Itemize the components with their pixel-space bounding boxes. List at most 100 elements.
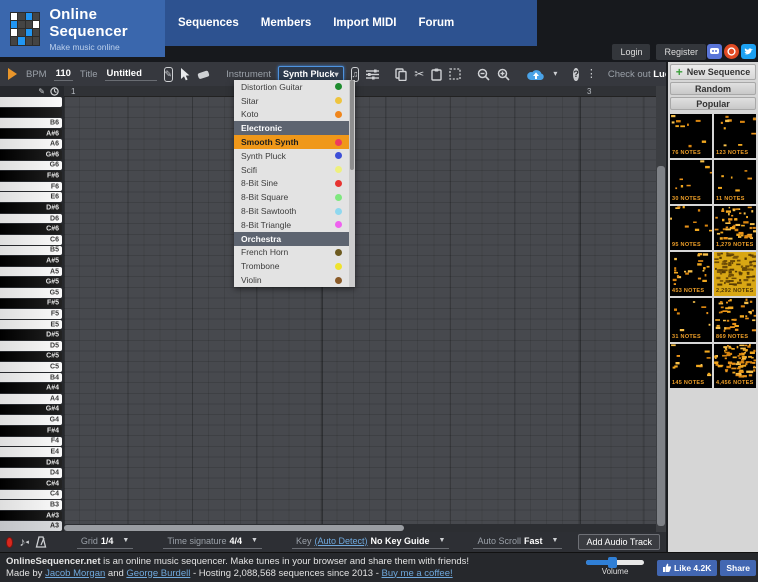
sequence-thumbnail[interactable]: 453 NOTES xyxy=(670,252,712,296)
piano-key-fs5[interactable]: F#5 xyxy=(0,299,62,309)
select-marquee-icon[interactable] xyxy=(449,68,461,80)
piano-key-as4[interactable]: A#4 xyxy=(0,383,62,393)
horizontal-scrollbar[interactable] xyxy=(64,524,656,532)
piano-key-f4[interactable]: F4 xyxy=(0,437,62,447)
instrument-option-8-bit-square[interactable]: 8-Bit Square xyxy=(234,190,349,204)
mixer-sliders-icon[interactable] xyxy=(366,69,379,80)
sequence-thumbnail[interactable]: 145 NOTES xyxy=(670,344,712,388)
piano-key-ds4[interactable]: D#4 xyxy=(0,458,62,468)
instrument-option-sitar[interactable]: Sitar xyxy=(234,94,349,108)
record-button[interactable] xyxy=(6,537,13,548)
piano-key-b6[interactable]: B6 xyxy=(0,118,62,128)
auto-detect-link[interactable]: (Auto Detect) xyxy=(314,536,367,546)
piano-key-g4[interactable]: G4 xyxy=(0,415,62,425)
note-entry-icon[interactable]: ♪◂ xyxy=(19,536,29,548)
sequence-thumbnail[interactable]: 30 NOTES xyxy=(670,160,712,204)
sequence-thumbnail[interactable]: 11 NOTES xyxy=(714,160,756,204)
sequence-thumbnail[interactable]: 95 NOTES xyxy=(670,206,712,250)
piano-key-b3[interactable]: B3 xyxy=(0,500,62,510)
metronome-icon[interactable] xyxy=(35,536,47,548)
sequence-thumbnail[interactable]: 1,279 NOTES xyxy=(714,206,756,250)
copy-icon[interactable] xyxy=(395,68,407,81)
piano-key-c5[interactable]: C5 xyxy=(0,362,62,372)
piano-key-b5[interactable]: B5 xyxy=(0,246,62,256)
horizontal-scroll-thumb[interactable] xyxy=(64,525,404,531)
dropdown-scrollbar[interactable] xyxy=(349,80,355,287)
timeline-ruler[interactable]: 13 xyxy=(64,86,656,97)
grid-select[interactable]: Grid 1/4 ▼ xyxy=(77,536,133,549)
play-button[interactable] xyxy=(8,68,17,80)
new-sequence-button[interactable]: + New Sequence xyxy=(670,64,756,80)
register-button[interactable]: Register xyxy=(656,44,706,60)
piano-key-a5[interactable]: A5 xyxy=(0,267,62,277)
instrument-option-smooth-synth[interactable]: Smooth Synth xyxy=(234,135,349,149)
title-input[interactable]: Untitled xyxy=(105,68,157,81)
piano-key-as3[interactable]: A#3 xyxy=(0,511,62,521)
piano-key-gs6[interactable]: G#6 xyxy=(0,150,62,160)
piano-key-a4[interactable]: A4 xyxy=(0,394,62,404)
bpm-input[interactable]: 110 xyxy=(54,68,73,81)
autoscroll-select[interactable]: Auto Scroll Fast ▼ xyxy=(473,536,562,549)
instrument-option-french-horn[interactable]: French Horn xyxy=(234,246,349,260)
piano-key-cs4[interactable]: C#4 xyxy=(0,479,62,489)
more-options-icon[interactable]: ⋮ xyxy=(586,69,597,80)
author-link-2[interactable]: George Burdell xyxy=(126,568,190,579)
piano-key-c6[interactable]: C6 xyxy=(0,235,62,245)
discord-icon[interactable] xyxy=(707,44,722,59)
piano-key-a6[interactable]: A6 xyxy=(0,139,62,149)
guide-link[interactable]: Check out Lucent's Guide xyxy=(608,69,666,80)
add-audio-track-button[interactable]: Add Audio Track xyxy=(578,534,660,550)
zoom-in-icon[interactable] xyxy=(497,68,510,81)
sequence-thumbnail[interactable]: 869 NOTES xyxy=(714,298,756,342)
random-button[interactable]: Random xyxy=(670,82,756,95)
key-select[interactable]: Key (Auto Detect) No Key Guide ▼ xyxy=(292,536,450,549)
volume-slider[interactable] xyxy=(586,560,644,565)
sequence-thumbnail[interactable]: 4,456 NOTES xyxy=(714,344,756,388)
nav-item-forum[interactable]: Forum xyxy=(418,17,454,29)
draw-mode-icon[interactable]: ✎ xyxy=(38,87,45,96)
piano-key[interactable] xyxy=(0,97,62,107)
instrument-option-koto[interactable]: Koto xyxy=(234,108,349,122)
vertical-scrollbar[interactable] xyxy=(656,86,666,532)
instrument-option-8-bit-triangle[interactable]: 8-Bit Triangle xyxy=(234,218,349,232)
cloud-save-icon[interactable] xyxy=(526,68,546,81)
cut-icon[interactable]: ✂ xyxy=(414,68,424,80)
piano-key-gs4[interactable]: G#4 xyxy=(0,405,62,415)
instrument-option-trombone[interactable]: Trombone xyxy=(234,259,349,273)
coffee-link[interactable]: Buy me a coffee! xyxy=(382,568,453,579)
piano-key-e6[interactable]: E6 xyxy=(0,192,62,202)
piano-key-as5[interactable]: A#5 xyxy=(0,256,62,266)
instrument-option-8-bit-sawtooth[interactable]: 8-Bit Sawtooth xyxy=(234,204,349,218)
facebook-like-button[interactable]: Like 4.2K xyxy=(657,560,717,576)
piano-key-fs6[interactable]: F#6 xyxy=(0,171,62,181)
piano-key-g6[interactable]: G6 xyxy=(0,161,62,171)
piano-key-c4[interactable]: C4 xyxy=(0,490,62,500)
sequence-thumbnail[interactable]: 123 NOTES xyxy=(714,114,756,158)
volume-slider-handle[interactable] xyxy=(608,557,617,568)
logo[interactable]: Online Sequencer Make music online xyxy=(0,0,165,57)
piano-key-b4[interactable]: B4 xyxy=(0,373,62,383)
save-options-caret-icon[interactable]: ▾ xyxy=(553,70,557,78)
nav-item-sequences[interactable]: Sequences xyxy=(178,17,239,29)
instrument-option-8-bit-sine[interactable]: 8-Bit Sine xyxy=(234,177,349,191)
cursor-tool-icon[interactable] xyxy=(180,68,190,81)
piano-key-cs6[interactable]: C#6 xyxy=(0,224,62,234)
nav-item-import-midi[interactable]: Import MIDI xyxy=(333,17,396,29)
instrument-option-synth-pluck[interactable]: Synth Pluck xyxy=(234,149,349,163)
help-icon[interactable]: ? xyxy=(573,68,579,81)
sequence-thumbnail[interactable]: 31 NOTES xyxy=(670,298,712,342)
edit-tool-icon[interactable]: ✎ xyxy=(164,67,174,82)
sequence-thumbnail[interactable]: 2,292 NOTES xyxy=(714,252,756,296)
instrument-option-violin[interactable]: Violin xyxy=(234,273,349,287)
note-grid[interactable] xyxy=(64,97,656,524)
piano-key-f5[interactable]: F5 xyxy=(0,309,62,319)
time-signature-select[interactable]: Time signature 4/4 ▼ xyxy=(163,536,262,549)
dropdown-scroll-thumb[interactable] xyxy=(350,80,354,170)
note-length-icon[interactable] xyxy=(50,87,59,96)
piano-key-e5[interactable]: E5 xyxy=(0,320,62,330)
twitter-icon[interactable] xyxy=(741,44,756,59)
zoom-out-icon[interactable] xyxy=(477,68,490,81)
author-link-1[interactable]: Jacob Morgan xyxy=(45,568,105,579)
paste-icon[interactable] xyxy=(431,68,442,81)
piano-key-a3[interactable]: A3 xyxy=(0,521,62,531)
